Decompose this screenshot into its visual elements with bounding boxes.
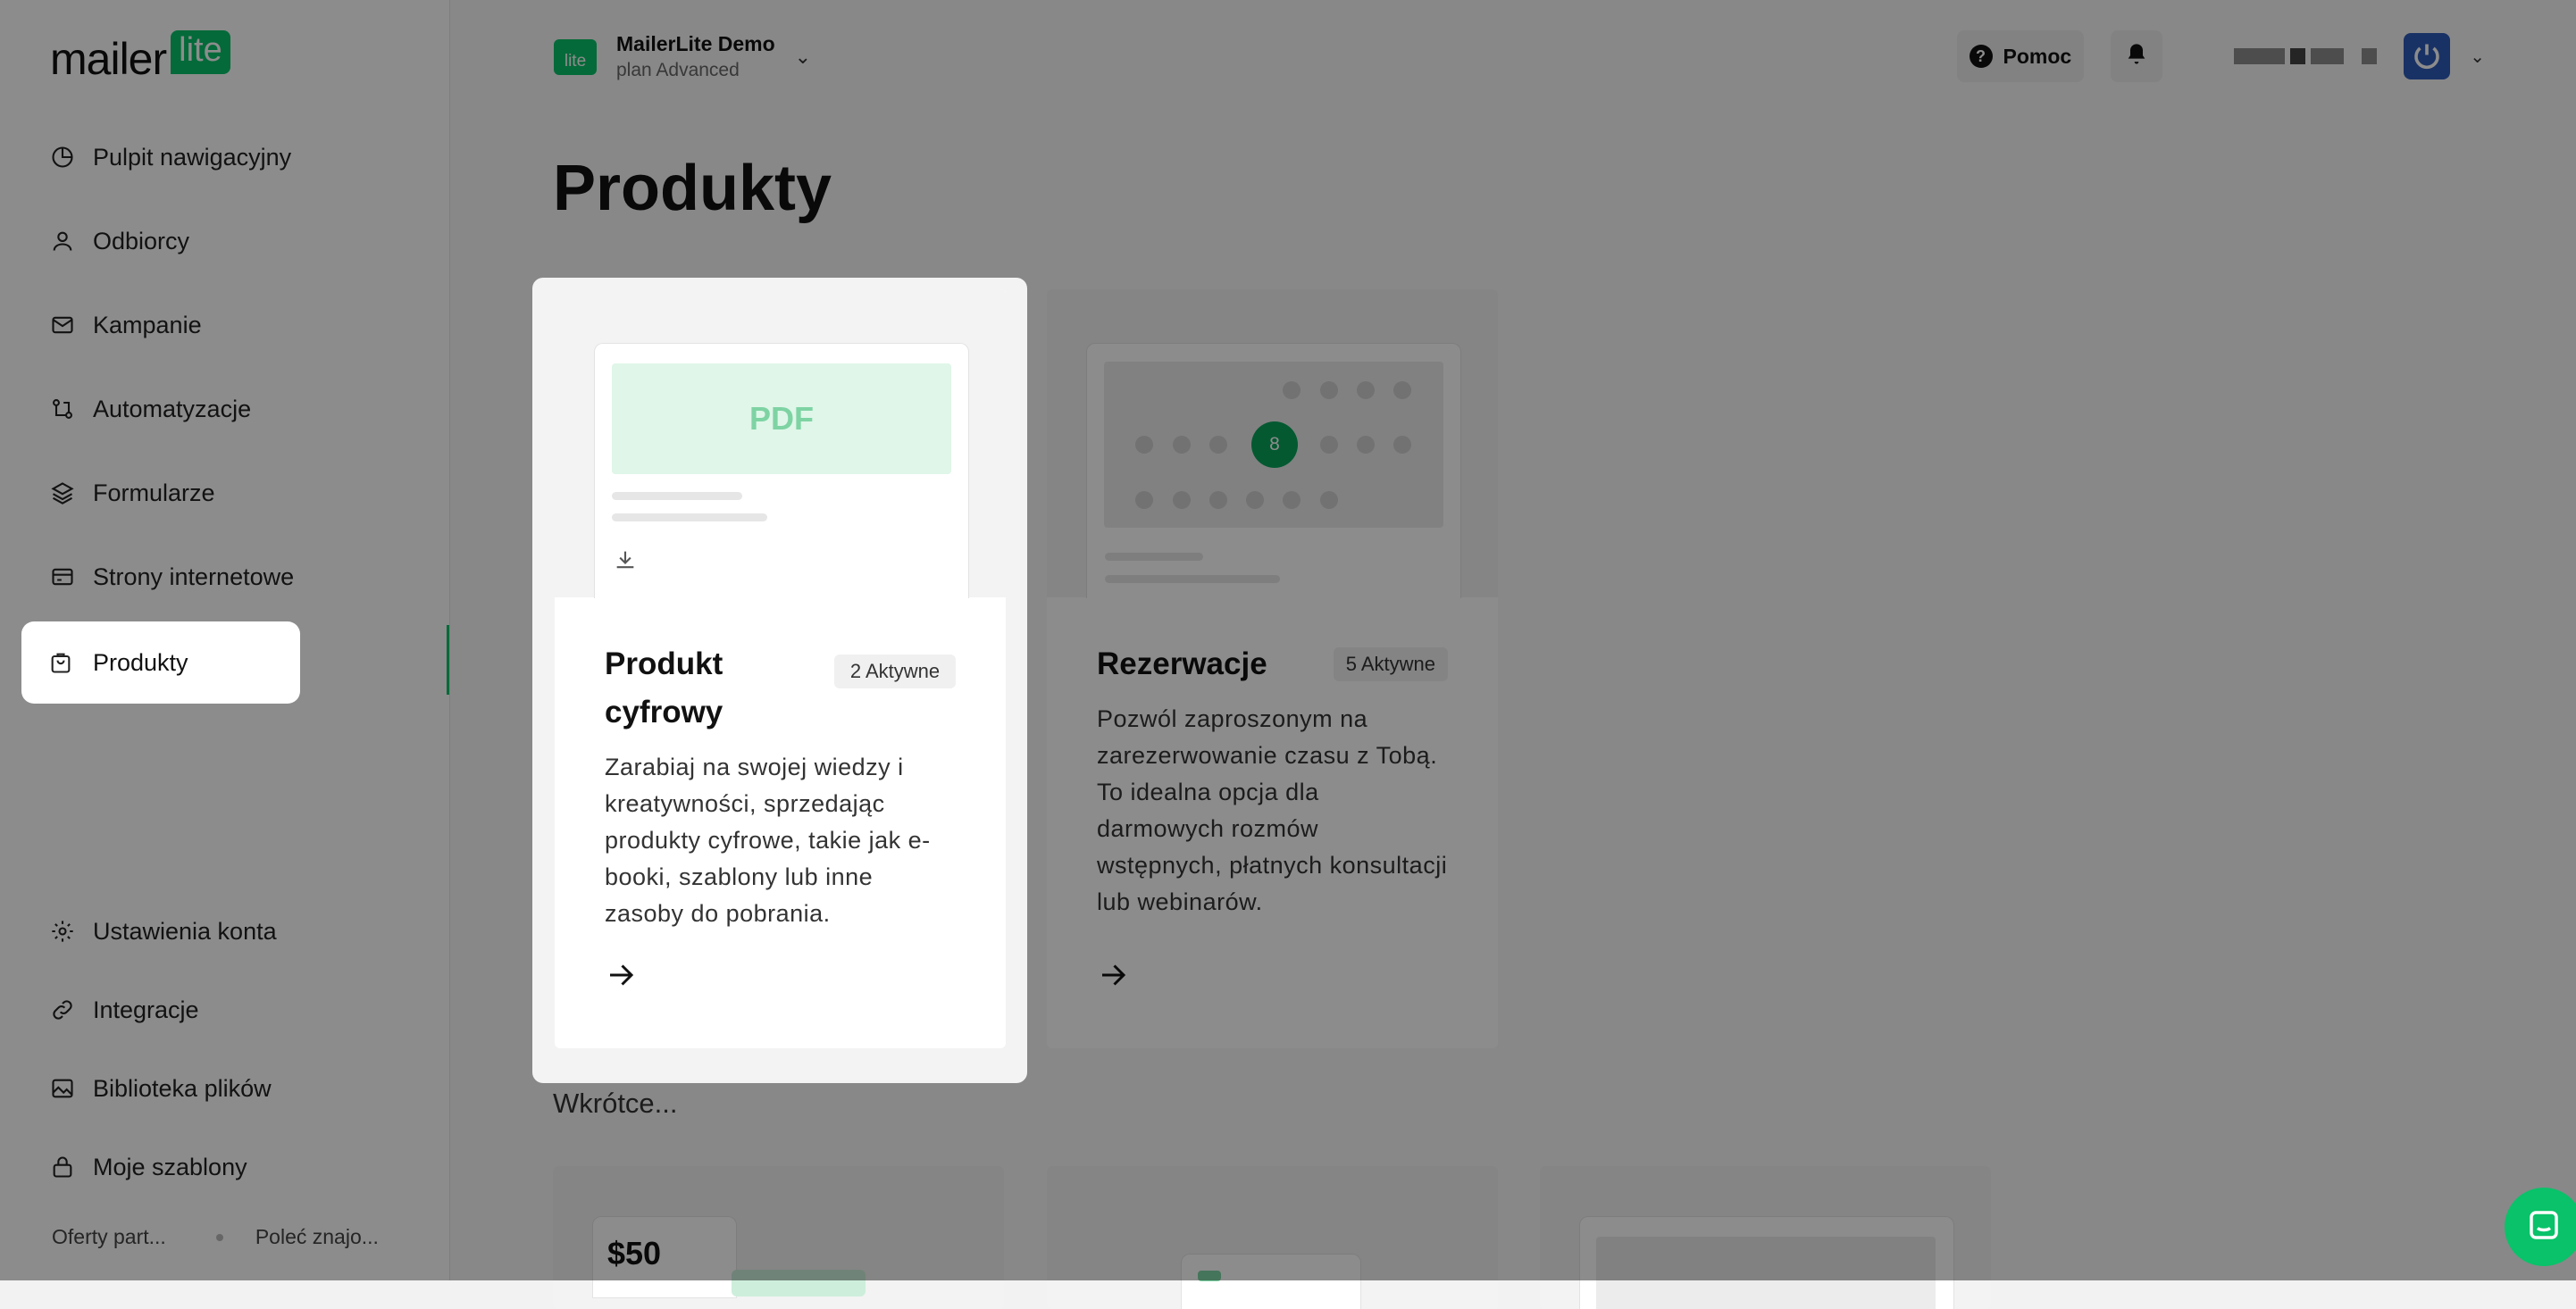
card-title: Produkt cyfrowy: [605, 646, 723, 730]
pdf-preview: PDF: [594, 343, 969, 598]
onboarding-overlay[interactable]: [0, 0, 2576, 1280]
product-card-digital[interactable]: PDF Produkt cyfrowy 2 Aktywne Zarabiaj n…: [555, 289, 1006, 1048]
pdf-label: PDF: [612, 363, 951, 474]
download-icon: [613, 547, 638, 577]
bag-icon: [48, 650, 73, 675]
sidebar-item-label: Produkty: [93, 648, 188, 676]
sidebar-item-products-highlight[interactable]: Produkty: [21, 621, 300, 704]
arrow-right-icon[interactable]: [605, 959, 637, 996]
status-badge: 2 Aktywne: [834, 654, 956, 688]
card-description: Zarabiaj na swojej wiedzy i kreatywności…: [605, 754, 931, 927]
card-preview: PDF: [555, 289, 1006, 598]
card-body: Produkt cyfrowy 2 Aktywne Zarabiaj na sw…: [555, 597, 1006, 932]
chat-icon: [2525, 1206, 2563, 1248]
card-header: Produkt cyfrowy 2 Aktywne: [605, 640, 956, 737]
highlight-frame: PDF Produkt cyfrowy 2 Aktywne Zarabiaj n…: [532, 278, 1027, 1083]
chat-launcher-button[interactable]: [2505, 1188, 2576, 1266]
